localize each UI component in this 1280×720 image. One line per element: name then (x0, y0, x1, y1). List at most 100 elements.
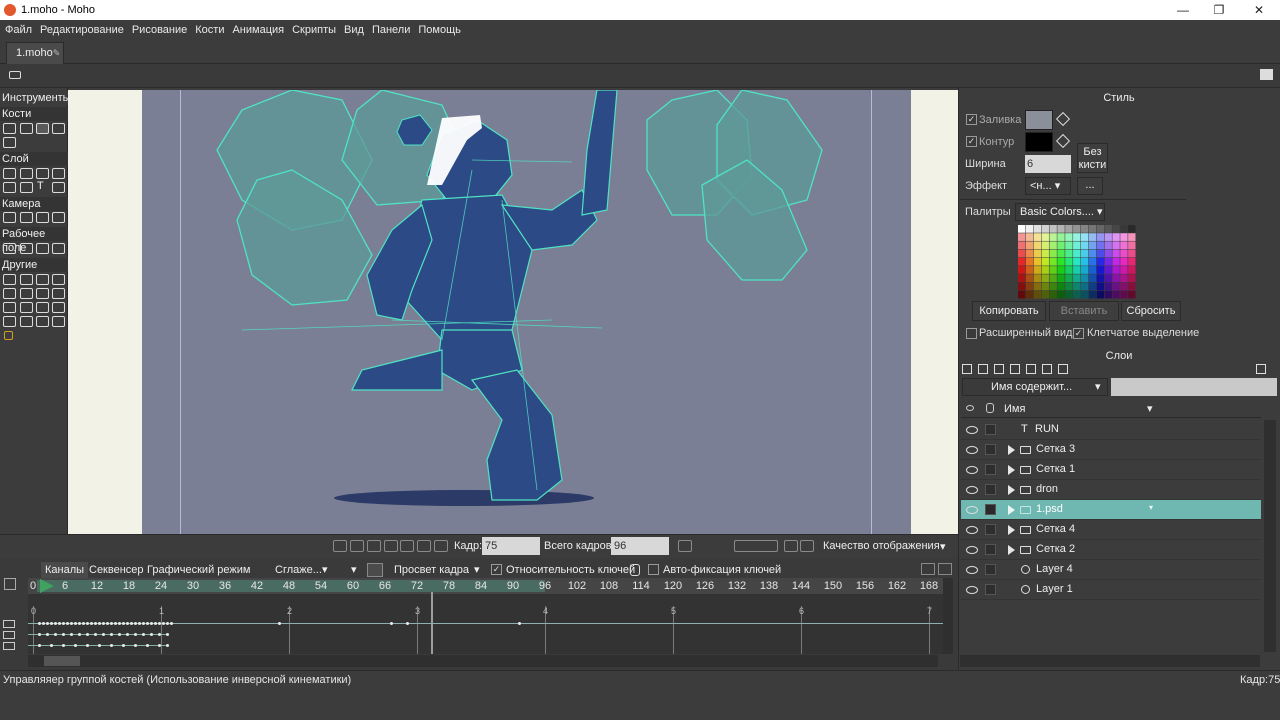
go-to-end-icon[interactable] (434, 540, 448, 552)
keyframe-dot[interactable] (42, 622, 45, 625)
checkmark-icon[interactable] (784, 540, 798, 552)
tab-sequencer[interactable]: Секвенсер (85, 562, 148, 578)
layer-settings-icon[interactable] (1058, 364, 1068, 374)
other-tool-12-icon[interactable] (52, 302, 65, 313)
palette-swatch[interactable] (1073, 233, 1081, 241)
render-quality-label[interactable]: Качество отображения (823, 540, 940, 552)
palette-swatch[interactable] (1073, 225, 1081, 233)
palette-swatch[interactable] (1088, 290, 1097, 299)
eye-icon[interactable] (966, 466, 978, 474)
palette-swatch[interactable] (1057, 274, 1065, 283)
palette-swatch[interactable] (1112, 233, 1120, 241)
palette-dropdown[interactable]: Basic Colors.... ▾ (1015, 203, 1105, 221)
stroke-color-swatch[interactable] (1025, 132, 1053, 152)
other-tool-5-icon[interactable] (3, 288, 16, 299)
palette-swatch[interactable] (1065, 274, 1073, 283)
keyframe-dot[interactable] (166, 644, 169, 647)
palette-swatch[interactable] (1065, 257, 1073, 266)
palette-swatch[interactable] (1080, 233, 1089, 241)
palette-swatch[interactable] (1080, 257, 1089, 266)
keyframe-dot[interactable] (150, 622, 153, 625)
fit-view-icon[interactable] (800, 540, 814, 552)
palette-swatch[interactable] (1041, 282, 1049, 291)
keyframe-dot[interactable] (90, 622, 93, 625)
keyframe-dot[interactable] (278, 622, 281, 625)
palette-swatch[interactable] (1041, 266, 1049, 274)
keyframe-dot[interactable] (126, 622, 129, 625)
palette-swatch[interactable] (1080, 282, 1089, 291)
palette-swatch[interactable] (1065, 241, 1073, 250)
keyframe-dot[interactable] (110, 622, 113, 625)
layer-shear-icon[interactable] (20, 182, 33, 193)
keyframe-dot[interactable] (102, 633, 105, 636)
paste-layer-icon[interactable] (1010, 364, 1020, 374)
layer-lock-toggle[interactable] (985, 504, 996, 515)
palette-swatch[interactable] (1041, 257, 1049, 266)
camera-track-icon[interactable] (3, 212, 16, 223)
add-bone-icon[interactable] (3, 137, 16, 148)
menu-bones[interactable]: Кости (191, 20, 228, 40)
palette-swatch[interactable] (1049, 290, 1057, 299)
palette-swatch[interactable] (1033, 290, 1042, 299)
palette-swatch[interactable] (1128, 290, 1136, 299)
new-layer-icon[interactable] (962, 364, 972, 374)
palette-swatch[interactable] (1096, 290, 1105, 299)
palette-swatch[interactable] (1104, 266, 1112, 274)
palette-swatch[interactable] (1025, 266, 1034, 274)
palette-swatch[interactable] (1049, 233, 1057, 241)
select-layer-icon[interactable] (3, 168, 16, 179)
palette-swatch[interactable] (1112, 249, 1120, 258)
palette-swatch[interactable] (1096, 266, 1105, 274)
text-tool-icon[interactable]: T (37, 180, 44, 192)
scale-layer-icon[interactable] (52, 168, 65, 179)
canvas-area[interactable] (68, 90, 958, 534)
keyframe-dot[interactable] (78, 633, 81, 636)
palette-swatch[interactable] (1112, 266, 1120, 274)
layer-row[interactable]: Сетка 4 (961, 520, 1261, 540)
other-tool-7-icon[interactable] (36, 288, 49, 299)
layers-horizontal-scrollbar[interactable] (960, 655, 1260, 667)
keyframe-dot[interactable] (158, 622, 161, 625)
palette-swatch[interactable] (1041, 225, 1049, 233)
palette-swatch[interactable] (1073, 249, 1081, 258)
palette-swatch[interactable] (1025, 249, 1034, 258)
palette-swatch[interactable] (1128, 233, 1136, 241)
play-icon[interactable] (384, 540, 398, 552)
keyframe-dot[interactable] (86, 633, 89, 636)
layer-lock-toggle[interactable] (985, 484, 996, 495)
keyframe-dot[interactable] (130, 622, 133, 625)
relative-keys-checkbox[interactable]: ✓ (491, 564, 502, 575)
keyframe-dot[interactable] (74, 644, 77, 647)
keyframe-dot[interactable] (86, 622, 89, 625)
palette-swatch[interactable] (1018, 266, 1026, 274)
palette-swatch[interactable] (1088, 274, 1097, 283)
layer-lock-toggle[interactable] (985, 464, 996, 475)
extended-view-label[interactable]: Расширенный вид (979, 327, 1072, 339)
timeline-horizontal-scrollbar[interactable] (28, 655, 938, 667)
palette-swatch[interactable] (1041, 290, 1049, 299)
palette-swatch[interactable] (1018, 225, 1026, 233)
keyframe-dot[interactable] (62, 622, 65, 625)
palette-swatch[interactable] (1057, 266, 1065, 274)
rewind-to-start-icon[interactable] (333, 540, 347, 552)
palette-swatch[interactable] (1120, 257, 1128, 266)
width-input[interactable]: 6 (1025, 155, 1071, 173)
palette-swatch[interactable] (1088, 266, 1097, 274)
menu-help[interactable]: Помощь (414, 20, 465, 40)
palette-swatch[interactable] (1104, 225, 1112, 233)
keyframe-dot[interactable] (170, 622, 173, 625)
document-tab[interactable]: 1.moho✎ (6, 42, 64, 64)
layer-view-icon[interactable] (1256, 364, 1266, 374)
keyframe-dot[interactable] (66, 622, 69, 625)
palette-swatch[interactable] (1018, 233, 1026, 241)
palette-swatch[interactable] (1041, 249, 1049, 258)
expand-arrow-icon[interactable] (1008, 545, 1015, 555)
checker-select-label[interactable]: Клетчатое выделение (1087, 327, 1199, 339)
previous-keyframe-icon[interactable] (350, 540, 364, 552)
keyframe-dot[interactable] (74, 622, 77, 625)
palette-swatch[interactable] (1057, 290, 1065, 299)
maximize-button[interactable]: ❐ (1200, 0, 1238, 20)
layer-row[interactable]: Layer 4 (961, 560, 1261, 580)
keyframe-dot[interactable] (122, 622, 125, 625)
keyframe-dot[interactable] (150, 633, 153, 636)
